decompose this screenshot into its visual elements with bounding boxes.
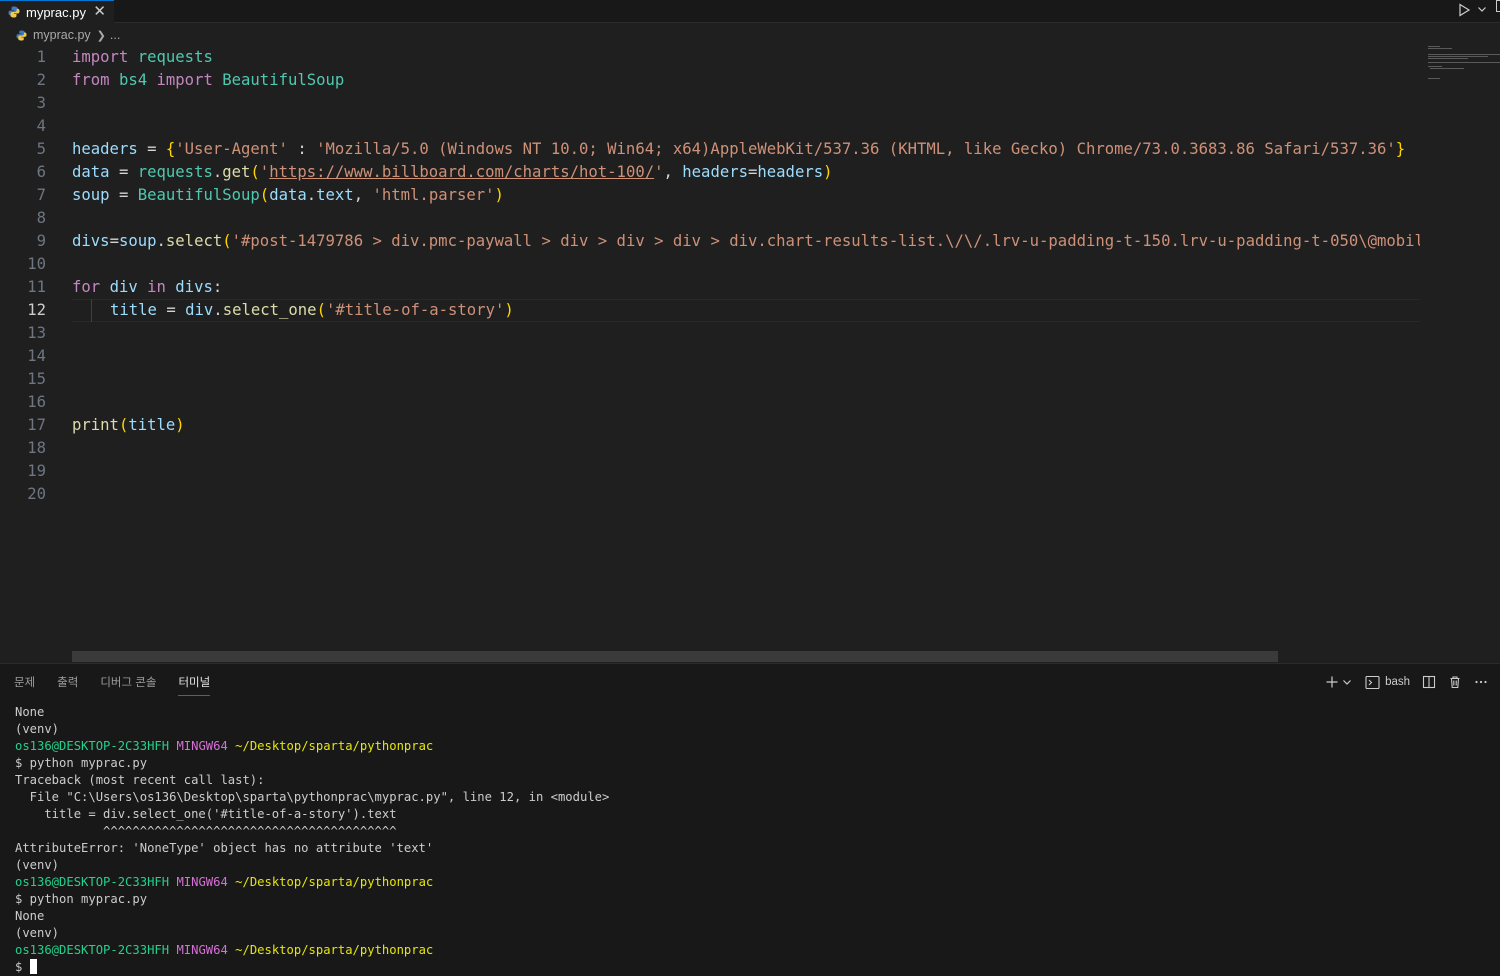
tab-myprac-py[interactable]: myprac.py ✕ bbox=[0, 0, 114, 23]
terminal-output[interactable]: None (venv) os136@DESKTOP-2C33HFH MINGW6… bbox=[15, 704, 609, 976]
chevron-down-icon bbox=[1343, 680, 1351, 685]
line-number: 20 bbox=[27, 485, 46, 503]
line-number: 8 bbox=[36, 209, 46, 227]
line-number: 11 bbox=[27, 278, 46, 296]
terminal-icon bbox=[1365, 675, 1380, 689]
line-number: 12 bbox=[27, 301, 46, 319]
url-link[interactable]: https://www.billboard.com/charts/hot-100… bbox=[269, 163, 654, 181]
terminal-line: (venv) bbox=[15, 926, 60, 940]
ellipsis-icon bbox=[1475, 680, 1487, 684]
new-terminal-button[interactable] bbox=[1325, 675, 1353, 689]
code-line-2: from bs4 import BeautifulSoup bbox=[72, 71, 345, 89]
terminal-prompt: os136@DESKTOP-2C33HFH MINGW64 ~/Desktop/… bbox=[15, 943, 434, 957]
code-area[interactable]: import requests from bs4 import Beautifu… bbox=[72, 46, 1420, 506]
line-number: 13 bbox=[27, 324, 46, 342]
tab-output[interactable]: 출력 bbox=[57, 674, 78, 696]
line-number: 2 bbox=[36, 71, 46, 89]
code-line-9: divs=soup.select('#post-1479786 > div.pm… bbox=[72, 232, 1420, 250]
breadcrumb-symbols[interactable]: ... bbox=[110, 28, 120, 42]
shell-name: bash bbox=[1385, 676, 1410, 688]
terminal-line: AttributeError: 'NoneType' object has no… bbox=[15, 841, 434, 855]
line-number: 10 bbox=[27, 255, 46, 273]
terminal-line: Traceback (most recent call last): bbox=[15, 773, 265, 787]
code-line-7: soup = BeautifulSoup(data.text, 'html.pa… bbox=[72, 186, 504, 204]
panel-actions: bash bbox=[1325, 673, 1500, 691]
chevron-right-icon: ❯ bbox=[96, 29, 106, 42]
tab-terminal[interactable]: 터미널 bbox=[178, 674, 211, 696]
breadcrumb: myprac.py ❯ ... bbox=[16, 27, 120, 43]
line-number: 14 bbox=[27, 347, 46, 365]
terminal-line: None bbox=[15, 705, 45, 719]
terminal-line: title = div.select_one('#title-of-a-stor… bbox=[15, 807, 397, 821]
line-number: 19 bbox=[27, 462, 46, 480]
line-number-gutter: 1 2 3 4 5 6 7 8 9 10 11 12 13 14 15 16 17 18 19 20 bbox=[0, 46, 58, 506]
terminal-line: None bbox=[15, 909, 45, 923]
kill-terminal-button[interactable] bbox=[1448, 675, 1462, 689]
tab-problems[interactable]: 문제 bbox=[14, 674, 35, 696]
code-editor[interactable]: 1 2 3 4 5 6 7 8 9 10 11 12 13 14 15 16 17 18 19 20 import r… bbox=[0, 46, 1420, 656]
code-line-17: print(title) bbox=[72, 416, 185, 434]
line-number: 4 bbox=[36, 117, 46, 135]
run-python-file-icon[interactable] bbox=[1456, 2, 1472, 18]
line-number: 6 bbox=[36, 163, 46, 181]
terminal-input-line[interactable]: $ bbox=[15, 959, 609, 976]
terminal-shell-selector[interactable]: bash bbox=[1365, 675, 1410, 690]
code-line-12: title = div.select_one('#title-of-a-stor… bbox=[72, 299, 1420, 322]
line-number: 9 bbox=[36, 232, 46, 250]
terminal-line: $ python myprac.py bbox=[15, 892, 148, 906]
tab-label: myprac.py bbox=[26, 4, 86, 20]
terminal-line: $ python myprac.py bbox=[15, 756, 148, 770]
terminal-line: (venv) bbox=[15, 858, 60, 872]
bottom-panel: 문제 출력 디버그 콘솔 터미널 bash None (venv) os136@… bbox=[0, 663, 1500, 976]
editor-tab-bar: myprac.py ✕ bbox=[0, 0, 1500, 23]
more-actions-button[interactable] bbox=[1474, 675, 1488, 689]
python-file-icon bbox=[8, 6, 20, 18]
code-line-6: data = requests.get('https://www.billboa… bbox=[72, 163, 833, 181]
terminal-cursor bbox=[29, 959, 37, 974]
terminal-line: ^^^^^^^^^^^^^^^^^^^^^^^^^^^^^^^^^^^^^^^^ bbox=[15, 824, 397, 838]
line-number: 18 bbox=[27, 439, 46, 457]
line-number: 1 bbox=[36, 48, 46, 66]
minimap[interactable] bbox=[1422, 46, 1500, 86]
line-number: 16 bbox=[27, 393, 46, 411]
horizontal-scrollbar[interactable] bbox=[72, 651, 1278, 662]
chevron-down-icon[interactable] bbox=[1476, 3, 1488, 15]
code-line-11: for div in divs: bbox=[72, 278, 223, 296]
split-terminal-button[interactable] bbox=[1422, 675, 1436, 689]
terminal-prompt: os136@DESKTOP-2C33HFH MINGW64 ~/Desktop/… bbox=[15, 875, 434, 889]
terminal-prompt: os136@DESKTOP-2C33HFH MINGW64 ~/Desktop/… bbox=[15, 739, 434, 753]
close-tab-icon[interactable]: ✕ bbox=[93, 2, 106, 20]
code-line-5: headers = {'User-Agent' : 'Mozilla/5.0 (… bbox=[72, 140, 1406, 158]
terminal-line: (venv) bbox=[15, 722, 60, 736]
breadcrumb-file[interactable]: myprac.py bbox=[33, 28, 91, 42]
line-number: 5 bbox=[36, 140, 46, 158]
split-icon bbox=[1422, 675, 1436, 689]
split-editor-icon[interactable] bbox=[1496, 0, 1500, 12]
indent-guide bbox=[91, 299, 111, 322]
trash-icon bbox=[1450, 676, 1460, 689]
plus-icon bbox=[1326, 676, 1338, 688]
line-number: 15 bbox=[27, 370, 46, 388]
line-number: 7 bbox=[36, 186, 46, 204]
terminal-line: File "C:\Users\os136\Desktop\sparta\pyth… bbox=[15, 790, 610, 804]
panel-tabs: 문제 출력 디버그 콘솔 터미널 bbox=[14, 674, 232, 696]
tab-debug-console[interactable]: 디버그 콘솔 bbox=[100, 674, 156, 696]
python-file-icon bbox=[16, 29, 27, 41]
line-number: 3 bbox=[36, 94, 46, 112]
code-line-1: import requests bbox=[72, 48, 213, 66]
line-number: 17 bbox=[27, 416, 46, 434]
